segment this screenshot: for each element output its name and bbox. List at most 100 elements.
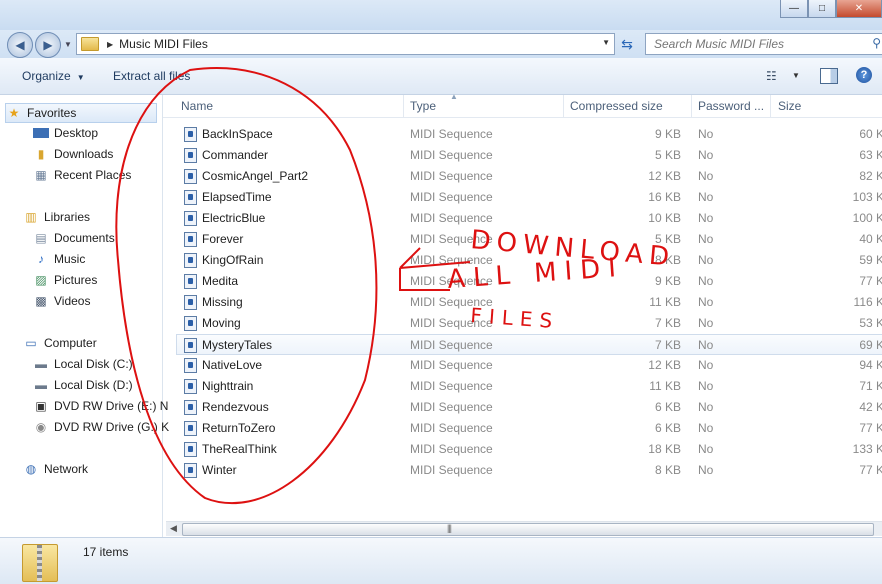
file-size: 82 K [859, 169, 882, 183]
nav-favorites[interactable]: ★ Favorites [5, 103, 157, 123]
nav-desktop[interactable]: Desktop [33, 124, 98, 142]
file-row[interactable]: CosmicAngel_Part2 MIDI Sequence 12 KB No 82 … [177, 166, 882, 186]
nav-label: Pictures [54, 273, 98, 287]
file-compressed-size: 9 KB [654, 127, 681, 141]
breadcrumb-chevron-icon[interactable]: ▶ [107, 40, 113, 49]
file-size: 53 K [859, 316, 882, 330]
file-compressed-size: 12 KB [648, 169, 681, 183]
file-row[interactable]: ElectricBlue MIDI Sequence 10 KB No 100 K [177, 208, 882, 228]
nav-local-disk-c[interactable]: ▬ Local Disk (C:) [33, 355, 133, 373]
file-compressed-size: 11 KB [649, 295, 681, 309]
file-compressed-size: 18 KB [648, 442, 681, 456]
refresh-icon: ⇆ [621, 35, 633, 52]
file-row[interactable]: NativeLove MIDI Sequence 12 KB No 94 K [177, 355, 882, 375]
zip-folder-icon [22, 544, 58, 582]
file-name: Winter [202, 463, 237, 477]
nav-label: Local Disk (C:) [54, 357, 133, 371]
file-row[interactable]: Nighttrain MIDI Sequence 11 KB No 71 K [177, 376, 882, 396]
midi-file-icon [184, 295, 197, 310]
file-row[interactable]: ReturnToZero MIDI Sequence 6 KB No 77 K [177, 418, 882, 438]
nav-downloads[interactable]: ▮ Downloads [33, 145, 114, 163]
midi-file-icon [184, 358, 197, 373]
column-password[interactable]: Password ... [698, 99, 764, 113]
column-type[interactable]: Type [410, 99, 436, 113]
column-divider[interactable] [563, 95, 564, 117]
navigation-pane: ★ Favorites Desktop ▮ Downloads ▦ Recent Pl… [0, 95, 169, 537]
view-options-icon[interactable]: ☷ [766, 69, 777, 83]
view-dropdown-icon[interactable]: ▼ [792, 71, 800, 80]
nav-network[interactable]: ◍ Network [23, 460, 88, 478]
column-size[interactable]: Size [778, 99, 801, 113]
file-compressed-size: 8 KB [654, 253, 681, 267]
nav-dvd-g[interactable]: ◉ DVD RW Drive (G:) K [33, 418, 169, 436]
file-compressed-size: 11 KB [649, 379, 681, 393]
search-icon[interactable]: ⚲ [872, 36, 881, 50]
column-divider[interactable] [691, 95, 692, 117]
nav-pictures[interactable]: ▨ Pictures [33, 271, 97, 289]
scrollbar-thumb[interactable]: ||| [182, 523, 874, 536]
file-password: No [698, 211, 714, 225]
file-row[interactable]: Medita MIDI Sequence 9 KB No 77 K [177, 271, 882, 291]
nav-label: Computer [44, 336, 97, 350]
nav-local-disk-d[interactable]: ▬ Local Disk (D:) [33, 376, 133, 394]
file-row[interactable]: TheRealThink MIDI Sequence 18 KB No 133 K [177, 439, 882, 459]
search-input[interactable] [652, 36, 861, 52]
extract-all-button[interactable]: Extract all files [113, 69, 190, 83]
organize-label: Organize [22, 69, 71, 83]
desktop-icon [33, 128, 49, 138]
column-compressed-size[interactable]: Compressed size [570, 99, 663, 113]
file-row[interactable]: BackInSpace MIDI Sequence 9 KB No 60 K [177, 124, 882, 144]
nav-dvd-e[interactable]: ▣ DVD RW Drive (E:) N [33, 397, 168, 415]
file-row-selected[interactable]: MysteryTales MIDI Sequence 7 KB No 69 K [176, 334, 882, 355]
file-row[interactable]: Missing MIDI Sequence 11 KB No 116 K [177, 292, 882, 312]
nav-label: Network [44, 462, 89, 476]
file-row[interactable]: Forever MIDI Sequence 5 KB No 40 K [177, 229, 882, 249]
file-size: 60 K [859, 127, 882, 141]
help-icon[interactable]: ? [856, 67, 872, 83]
horizontal-scrollbar[interactable]: ◀ ||| [166, 521, 882, 536]
preview-pane-icon[interactable] [820, 68, 838, 84]
forward-button[interactable]: ▶ [35, 32, 61, 58]
file-password: No [698, 253, 714, 267]
file-row[interactable]: Rendezvous MIDI Sequence 6 KB No 42 K [177, 397, 882, 417]
file-name: Medita [202, 274, 239, 288]
back-button[interactable]: ◀ [7, 32, 33, 58]
nav-libraries[interactable]: ▥ Libraries [23, 208, 90, 226]
column-name[interactable]: Name [181, 99, 213, 113]
file-password: No [698, 274, 714, 288]
file-name: BackInSpace [202, 127, 273, 141]
organize-button[interactable]: Organize ▼ [22, 69, 85, 83]
file-password: No [698, 232, 714, 246]
nav-computer[interactable]: ▭ Computer [23, 334, 97, 352]
nav-recent-places[interactable]: ▦ Recent Places [33, 166, 131, 184]
nav-music[interactable]: ♪ Music [33, 250, 85, 268]
file-size: 133 K [852, 442, 882, 456]
search-box[interactable]: ⚲ [645, 33, 882, 55]
close-button[interactable]: ✕ [836, 0, 882, 18]
nav-videos[interactable]: ▩ Videos [33, 292, 90, 310]
file-row[interactable]: Moving MIDI Sequence 7 KB No 53 K [177, 313, 882, 333]
scroll-left-icon[interactable]: ◀ [170, 523, 177, 534]
file-row[interactable]: Winter MIDI Sequence 8 KB No 77 K [177, 460, 882, 480]
breadcrumb-current[interactable]: Music MIDI Files [119, 37, 208, 51]
file-compressed-size: 7 KB [654, 316, 681, 330]
refresh-button[interactable]: ⇆ [616, 34, 638, 54]
nav-label: Desktop [54, 126, 99, 140]
file-password: No [698, 148, 714, 162]
file-compressed-size: 5 KB [654, 232, 681, 246]
column-divider[interactable] [403, 95, 404, 117]
nav-documents[interactable]: ▤ Documents [33, 229, 114, 247]
column-divider[interactable] [770, 95, 771, 117]
nav-label: Music [54, 252, 86, 266]
file-type: MIDI Sequence [410, 274, 493, 288]
file-row[interactable]: ElapsedTime MIDI Sequence 16 KB No 103 K [177, 187, 882, 207]
file-name: Moving [202, 316, 241, 330]
minimize-button[interactable]: — [780, 0, 808, 18]
address-bar[interactable]: ▶ Music MIDI Files ▼ [76, 33, 615, 55]
recent-pages-dropdown[interactable]: ▼ [64, 40, 72, 49]
downloads-folder-icon: ▮ [37, 147, 45, 161]
maximize-button[interactable]: □ [808, 0, 836, 18]
file-row[interactable]: Commander MIDI Sequence 5 KB No 63 K [177, 145, 882, 165]
file-row[interactable]: KingOfRain MIDI Sequence 8 KB No 59 K [177, 250, 882, 270]
address-dropdown[interactable]: ▼ [602, 38, 610, 47]
